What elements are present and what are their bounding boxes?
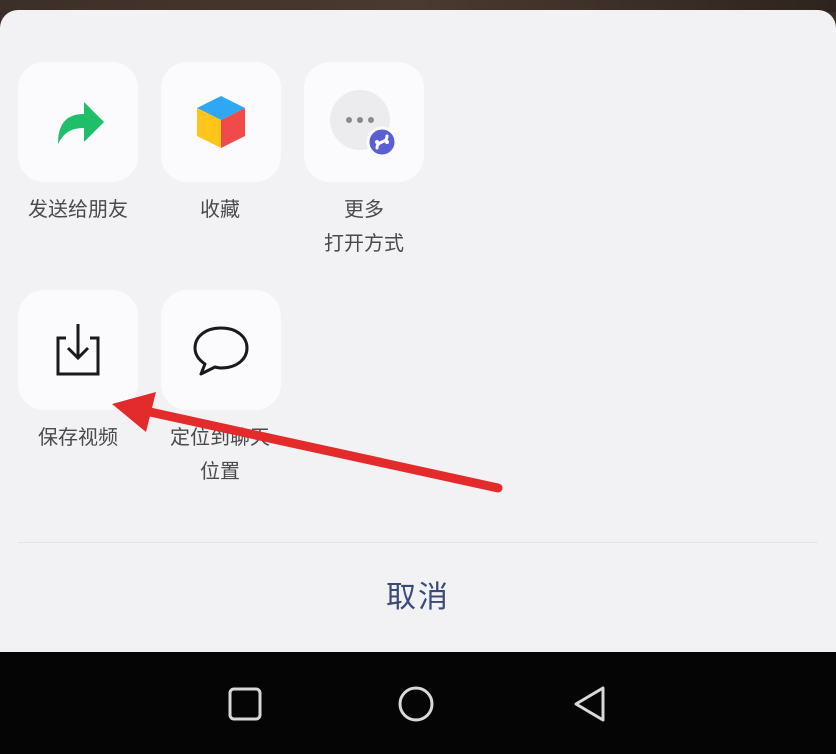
- more-label: 更多: [344, 197, 384, 221]
- phone-screen: 发送给朋友 收藏 更多 打开方式 保存视频 定位到聊天 位置 取消: [0, 0, 836, 754]
- system-nav-bar: [0, 652, 836, 754]
- chat-bubble-icon: [193, 326, 249, 376]
- favorite-label: 收藏: [200, 197, 240, 221]
- save-video-label: 保存视频: [38, 425, 118, 449]
- back-button[interactable]: [565, 680, 613, 728]
- save-download-icon: [56, 324, 100, 376]
- share-forward-icon: [58, 102, 104, 144]
- home-button[interactable]: [392, 680, 440, 728]
- locate-in-chat-button[interactable]: [161, 290, 281, 410]
- home-circle-icon: [398, 686, 434, 722]
- send-to-friend-label: 发送给朋友: [28, 197, 128, 221]
- more-open-icon: [330, 90, 398, 158]
- save-video-button[interactable]: [18, 290, 138, 410]
- favorite-cube-icon: [197, 96, 245, 148]
- send-to-friend-button[interactable]: [18, 62, 138, 182]
- more-open-with-button[interactable]: [304, 62, 424, 182]
- position-label: 位置: [200, 459, 240, 483]
- cancel-button[interactable]: 取消: [0, 556, 836, 632]
- favorite-button[interactable]: [161, 62, 281, 182]
- open-with-label: 打开方式: [324, 231, 404, 255]
- recent-apps-button[interactable]: [221, 680, 269, 728]
- divider: [18, 542, 818, 543]
- back-triangle-icon: [574, 686, 605, 722]
- locate-in-chat-label: 定位到聊天: [170, 425, 270, 449]
- recent-apps-square-icon: [228, 687, 262, 721]
